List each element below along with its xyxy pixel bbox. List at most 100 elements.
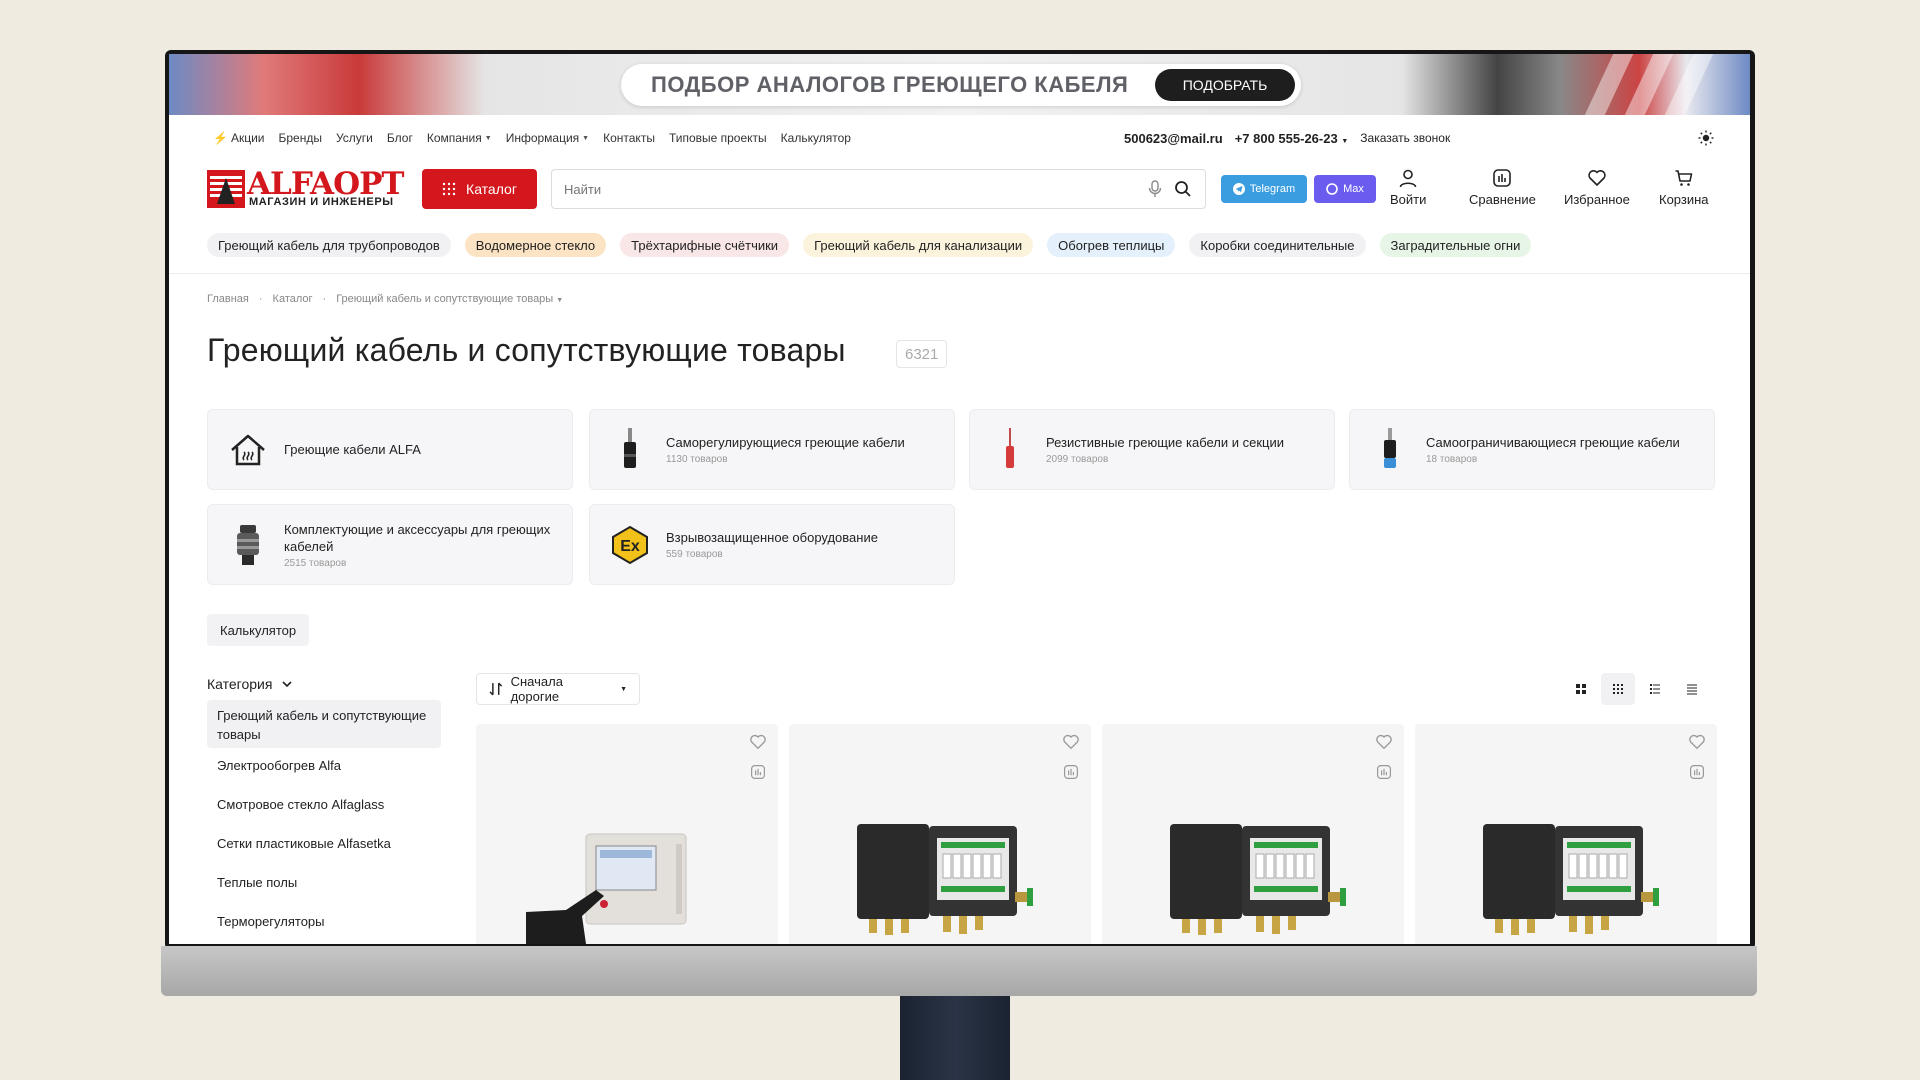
cart-button[interactable]: Корзина bbox=[1659, 168, 1709, 207]
tag-obstruction-lights[interactable]: Заградительные огни bbox=[1379, 233, 1532, 257]
calculator-button[interactable]: Калькулятор bbox=[207, 614, 310, 646]
product-count-badge: 6321 bbox=[896, 340, 948, 368]
caret-down-icon: ▼ bbox=[556, 297, 564, 304]
tag-junction-boxes[interactable]: Коробки соединительные bbox=[1189, 233, 1366, 257]
cable-blue-icon bbox=[1366, 426, 1414, 474]
banner-stripe bbox=[1624, 54, 1674, 115]
category-count: 2099 товаров bbox=[1046, 454, 1109, 465]
page-title: Греющий кабель и сопутствующие товары bbox=[207, 332, 846, 368]
sidebar-item-thermostats[interactable]: Терморегуляторы bbox=[207, 904, 441, 943]
site-logo[interactable]: ALFAOPT МАГАЗИН И ИНЖЕНЕРЫ bbox=[207, 166, 404, 210]
compare-icon[interactable] bbox=[1374, 762, 1394, 782]
sort-icon bbox=[489, 682, 503, 696]
catalog-button[interactable]: Каталог bbox=[422, 169, 537, 209]
breadcrumb-home[interactable]: Главная bbox=[207, 293, 249, 305]
tag-water-glass[interactable]: Водомерное стекло bbox=[464, 233, 607, 257]
topnav-item-blog[interactable]: Блог bbox=[387, 131, 413, 145]
compare-icon[interactable] bbox=[1687, 762, 1707, 782]
search-input[interactable] bbox=[564, 181, 1137, 197]
control-panel-image bbox=[526, 833, 687, 944]
view-list-icon[interactable] bbox=[1638, 673, 1672, 705]
telegram-button[interactable]: Telegram bbox=[1221, 175, 1307, 203]
caret-down-icon: ▼ bbox=[620, 685, 627, 693]
email-link[interactable]: 500623@mail.ru bbox=[1124, 131, 1223, 146]
breadcrumb-catalog[interactable]: Каталог bbox=[273, 293, 313, 305]
sort-dropdown[interactable]: Сначала дорогие ▼ bbox=[476, 673, 640, 705]
header-divider bbox=[169, 273, 1750, 274]
topnav-item-contacts[interactable]: Контакты bbox=[603, 131, 655, 145]
house-heating-icon bbox=[224, 426, 272, 474]
topnav-label: Информация bbox=[505, 131, 580, 145]
telegram-icon bbox=[1232, 183, 1245, 195]
sidebar-item-alfa-heating[interactable]: Электрообогрев Alfa bbox=[207, 748, 441, 787]
topnav-item-services[interactable]: Услуги bbox=[336, 131, 373, 145]
category-count: 559 товаров bbox=[666, 549, 723, 560]
user-icon bbox=[1399, 169, 1417, 188]
compare-label: Сравнение bbox=[1469, 192, 1536, 207]
monitor-stand bbox=[900, 996, 1010, 1080]
search-bar bbox=[551, 169, 1206, 209]
login-button[interactable]: Войти bbox=[1390, 168, 1426, 207]
grid-dots-icon bbox=[442, 182, 456, 196]
topnav-item-brands[interactable]: Бренды bbox=[279, 131, 322, 145]
view-compact-list-icon[interactable] bbox=[1675, 673, 1709, 705]
compare-icon[interactable] bbox=[748, 762, 768, 782]
view-small-grid-icon[interactable] bbox=[1601, 673, 1635, 705]
search-icon[interactable] bbox=[1173, 179, 1193, 199]
lightning-icon: ⚡ bbox=[213, 131, 228, 145]
product-card[interactable] bbox=[1415, 724, 1717, 944]
banner-select-button[interactable]: ПОДОБРАТЬ bbox=[1155, 69, 1295, 101]
tag-greenhouse-heating[interactable]: Обогрев теплицы bbox=[1047, 233, 1176, 257]
caret-down-icon: ▼ bbox=[484, 134, 492, 142]
sidebar-item-alfasetka[interactable]: Сетки пластиковые Alfasetka bbox=[207, 826, 441, 865]
product-card[interactable] bbox=[789, 724, 1091, 944]
tag-sewer-cable[interactable]: Греющий кабель для канализации bbox=[803, 233, 1034, 257]
microphone-icon[interactable] bbox=[1145, 179, 1165, 199]
topnav-item-information[interactable]: Информация ▼ bbox=[506, 131, 589, 145]
chevron-down-icon bbox=[282, 681, 293, 688]
tag-three-tariff-meters[interactable]: Трёхтарифные счётчики bbox=[620, 233, 790, 257]
banner-stripe bbox=[1664, 54, 1714, 115]
cart-label: Корзина bbox=[1659, 192, 1709, 207]
topnav-item-company[interactable]: Компания ▼ bbox=[427, 131, 492, 145]
sidebar-item-warm-floors[interactable]: Теплые полы bbox=[207, 865, 441, 904]
category-title: Саморегулирующиеся греющие кабели bbox=[666, 435, 905, 450]
heart-icon[interactable] bbox=[748, 732, 768, 752]
category-card[interactable]: Комплектующие и аксессуары для греющих к… bbox=[207, 504, 573, 585]
topnav-item-promotions[interactable]: ⚡ Акции bbox=[213, 131, 265, 145]
topnav-item-projects[interactable]: Типовые проекты bbox=[669, 131, 767, 145]
category-card[interactable]: Самоограничивающиеся греющие кабели 18 то… bbox=[1349, 409, 1715, 490]
compare-icon[interactable] bbox=[1061, 762, 1081, 782]
category-card[interactable]: Резистивные греющие кабели и секции 2099 … bbox=[969, 409, 1335, 490]
category-count: 2515 товаров bbox=[284, 557, 347, 569]
max-button[interactable]: Max bbox=[1314, 175, 1376, 203]
sidebar-item-heating-cable[interactable]: Греющий кабель и сопутствующие товары bbox=[207, 700, 441, 748]
category-filter-toggle[interactable]: Категория bbox=[207, 676, 293, 692]
view-switcher bbox=[1564, 673, 1709, 705]
topnav-item-calculator[interactable]: Калькулятор bbox=[781, 131, 851, 145]
heart-icon[interactable] bbox=[1374, 732, 1394, 752]
breadcrumb-current[interactable]: Греющий кабель и сопутствующие товары ▼ bbox=[336, 293, 563, 305]
phone-link[interactable]: +7 800 555-26-23 ▼ bbox=[1235, 131, 1349, 146]
category-card[interactable]: Ex Взрывозащищенное оборудование 559 това… bbox=[589, 504, 955, 585]
category-title: Греющие кабели ALFA bbox=[284, 442, 421, 457]
heart-icon[interactable] bbox=[1061, 732, 1081, 752]
view-large-grid-icon[interactable] bbox=[1564, 673, 1598, 705]
heart-icon[interactable] bbox=[1687, 732, 1707, 752]
sidebar-item-alfaglass[interactable]: Смотровое стекло Alfaglass bbox=[207, 787, 441, 826]
compare-button[interactable]: Сравнение bbox=[1469, 168, 1536, 207]
product-card[interactable] bbox=[1102, 724, 1404, 944]
callback-link[interactable]: Заказать звонок bbox=[1360, 131, 1450, 145]
cart-icon bbox=[1675, 170, 1693, 186]
promo-banner[interactable]: ПОДБОР АНАЛОГОВ ГРЕЮЩЕГО КАБЕЛЯ ПОДОБРАТ… bbox=[169, 54, 1750, 115]
theme-toggle-icon[interactable] bbox=[1696, 128, 1716, 148]
tag-pipeline-cable[interactable]: Греющий кабель для трубопроводов bbox=[207, 233, 451, 257]
product-card[interactable] bbox=[476, 724, 778, 944]
topnav-label: Компания bbox=[426, 131, 482, 145]
topnav-label: Акции bbox=[230, 131, 265, 145]
favorites-button[interactable]: Избранное bbox=[1564, 168, 1630, 207]
category-card[interactable]: Саморегулирующиеся греющие кабели 1130 то… bbox=[589, 409, 955, 490]
category-card[interactable]: Греющие кабели ALFA bbox=[207, 409, 573, 490]
caret-down-icon: ▼ bbox=[582, 134, 590, 142]
max-icon bbox=[1326, 183, 1338, 195]
